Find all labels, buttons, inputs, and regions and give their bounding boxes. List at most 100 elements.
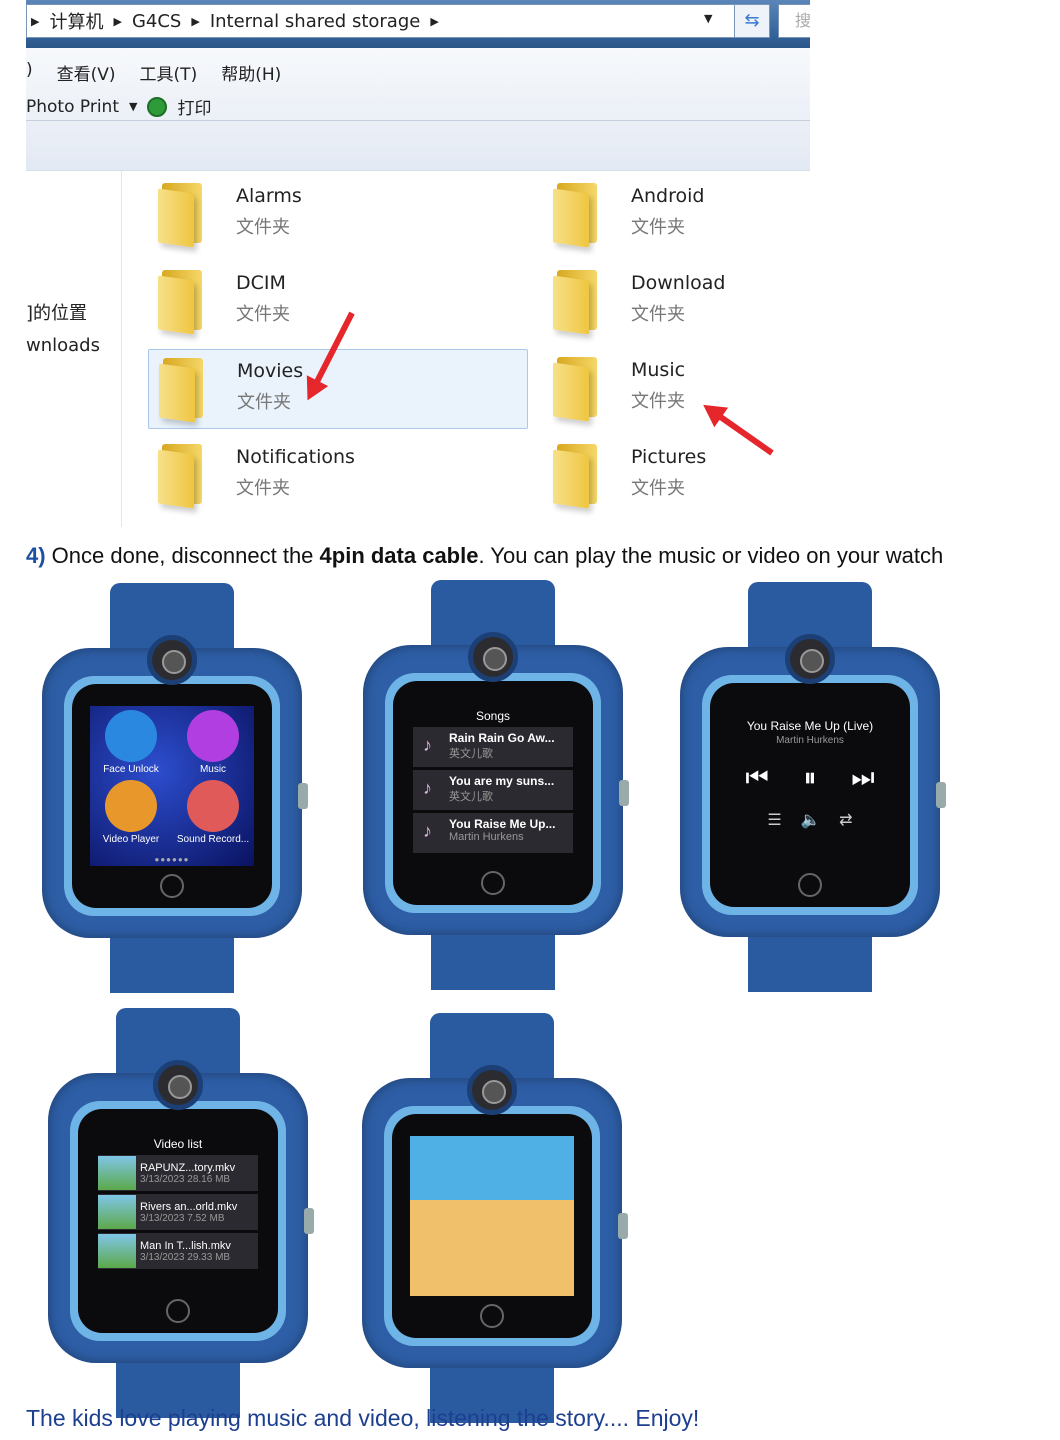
folder-download[interactable]: Download 文件夹 — [543, 262, 810, 342]
divider — [26, 120, 810, 121]
app-label: Face Unlock — [103, 764, 159, 775]
step-text: Once done, disconnect the — [45, 543, 320, 568]
folder-type: 文件夹 — [631, 304, 685, 325]
app-icon[interactable]: Sound Record... — [172, 780, 254, 845]
track-title: You Raise Me Up (Live) — [746, 719, 874, 733]
instruction-step-4: 4) Once done, disconnect the 4pin data c… — [26, 543, 943, 569]
next-icon[interactable]: ⏭ — [851, 762, 874, 794]
home-button — [798, 873, 822, 897]
song-item[interactable]: ♪ You Raise Me Up... Martin Hurkens — [413, 813, 573, 853]
menu-help[interactable]: 帮助(H) — [221, 60, 281, 85]
folder-type: 文件夹 — [237, 392, 291, 413]
screen-title: Video list — [153, 1137, 203, 1151]
chevron-right-icon: ▶ — [430, 14, 439, 28]
menu-view[interactable]: 查看(V) — [57, 60, 116, 85]
file-explorer-screenshot: ▶ 计算机 ▶ G4CS ▶ Internal shared storage ▶… — [26, 0, 810, 527]
home-button — [166, 1299, 190, 1323]
pause-icon[interactable]: ⏸ — [803, 762, 816, 794]
previous-icon[interactable]: ⏮ — [745, 762, 768, 794]
folder-name: Movies — [237, 360, 304, 382]
dropdown-arrow-icon[interactable]: ▼ — [129, 100, 137, 113]
nav-item[interactable]: ]的位置 — [26, 299, 87, 325]
divider — [26, 170, 810, 171]
smartwatch-photo: Face Unlock Music Video Player Sound Record… — [42, 583, 308, 993]
folder-dcim[interactable]: DCIM 文件夹 — [148, 262, 528, 342]
smartwatch-photo: You Raise Me Up (Live) Martin Hurkens ⏮ ⏸ ⏭… — [680, 582, 946, 992]
app-label: Music — [199, 764, 227, 775]
song-item[interactable]: ♪ Rain Rain Go Aw... 英文儿歌 — [413, 727, 573, 767]
volume-icon[interactable]: 🔈 — [800, 810, 820, 830]
search-input[interactable]: 搜 — [778, 4, 810, 38]
camera-icon — [468, 632, 518, 682]
folder-name: Download — [631, 272, 726, 294]
folder-type: 文件夹 — [236, 304, 290, 325]
song-title: You Raise Me Up... — [449, 817, 556, 831]
folder-name: DCIM — [236, 272, 286, 294]
breadcrumb-item[interactable]: 计算机 — [49, 8, 103, 34]
menu-bar: ) 查看(V) 工具(T) 帮助(H) — [26, 60, 281, 85]
folder-notifications[interactable]: Notifications 文件夹 — [148, 436, 528, 516]
breadcrumb-item[interactable]: G4CS — [132, 11, 181, 32]
folder-name: Music — [631, 359, 686, 381]
address-input[interactable]: ▶ 计算机 ▶ G4CS ▶ Internal shared storage ▶ — [26, 4, 736, 38]
menu-edit[interactable]: ) — [26, 60, 33, 85]
app-icon[interactable]: Face Unlock — [90, 710, 172, 775]
nav-item-downloads[interactable]: wnloads — [26, 335, 100, 356]
step-text: . You can play the music or video on you… — [478, 543, 944, 568]
breadcrumb-item[interactable]: Internal shared storage — [210, 11, 421, 32]
video-item[interactable]: RAPUNZ...tory.mkv 3/13/2023 28.16 MB — [98, 1155, 258, 1191]
video-meta: 3/13/2023 29.33 MB — [140, 1251, 231, 1263]
folder-music[interactable]: Music 文件夹 — [543, 349, 810, 429]
camera-icon — [153, 1060, 203, 1110]
folder-name: Notifications — [236, 446, 355, 468]
print-button[interactable]: 打印 — [177, 94, 211, 119]
video-name: Man In T...lish.mkv — [140, 1239, 231, 1252]
smartwatch-photo: Songs ♪ Rain Rain Go Aw... 英文儿歌 ♪ You are my… — [363, 580, 629, 990]
playlist-icon[interactable]: ☰ — [767, 810, 781, 830]
app-icon[interactable]: Video Player — [90, 780, 172, 845]
camera-icon — [785, 634, 835, 684]
video-thumbnail — [98, 1234, 136, 1268]
video-thumbnail — [98, 1195, 136, 1229]
smartwatch-photo: Video list RAPUNZ...tory.mkv 3/13/2023 28… — [48, 1008, 314, 1418]
song-subtitle: Martin Hurkens — [449, 831, 524, 843]
smartwatch-photo — [362, 1013, 628, 1423]
folder-icon — [158, 183, 206, 248]
printer-icon — [147, 96, 168, 117]
chevron-right-icon: ▶ — [113, 14, 122, 28]
dropdown-arrow-icon[interactable]: ▼ — [704, 12, 712, 25]
folder-alarms[interactable]: Alarms 文件夹 — [148, 175, 528, 255]
folder-icon — [159, 358, 207, 423]
video-item[interactable]: Man In T...lish.mkv 3/13/2023 29.33 MB — [98, 1233, 258, 1269]
folder-type: 文件夹 — [631, 391, 685, 412]
step-number: 4) — [26, 543, 46, 568]
home-screen: Face Unlock Music Video Player Sound Record… — [90, 706, 254, 866]
video-item[interactable]: Rivers an...orld.mkv 3/13/2023 7.52 MB — [98, 1194, 258, 1230]
refresh-button[interactable]: ⇆ — [734, 4, 770, 38]
page-indicator: ●●●●●● — [154, 855, 190, 864]
folder-android[interactable]: Android 文件夹 — [543, 175, 810, 255]
menu-tools[interactable]: 工具(T) — [140, 60, 198, 85]
camera-icon — [147, 635, 197, 685]
folder-movies[interactable]: Movies 文件夹 — [148, 349, 528, 429]
folder-name: Alarms — [236, 185, 302, 207]
photo-print-button[interactable]: Photo Print — [26, 97, 119, 117]
repeat-icon[interactable]: ⇄ — [839, 810, 852, 830]
folder-type: 文件夹 — [631, 217, 685, 238]
video-name: Rivers an...orld.mkv — [140, 1200, 238, 1213]
video-meta: 3/13/2023 28.16 MB — [140, 1173, 231, 1185]
video-meta: 3/13/2023 7.52 MB — [140, 1212, 225, 1224]
folder-icon — [553, 357, 601, 422]
camera-icon — [467, 1065, 517, 1115]
folder-icon — [553, 444, 601, 509]
folder-icon — [158, 270, 206, 335]
song-title: Rain Rain Go Aw... — [449, 731, 555, 745]
music-note-icon: ♪ — [423, 778, 432, 798]
app-icon[interactable]: Music — [172, 710, 254, 775]
step-text-bold: 4pin data cable — [319, 543, 479, 568]
folder-type: 文件夹 — [236, 217, 290, 238]
song-item[interactable]: ♪ You are my suns... 英文儿歌 — [413, 770, 573, 810]
video-thumbnail — [98, 1156, 136, 1190]
chevron-right-icon: ▶ — [191, 14, 200, 28]
folder-type: 文件夹 — [631, 478, 685, 499]
